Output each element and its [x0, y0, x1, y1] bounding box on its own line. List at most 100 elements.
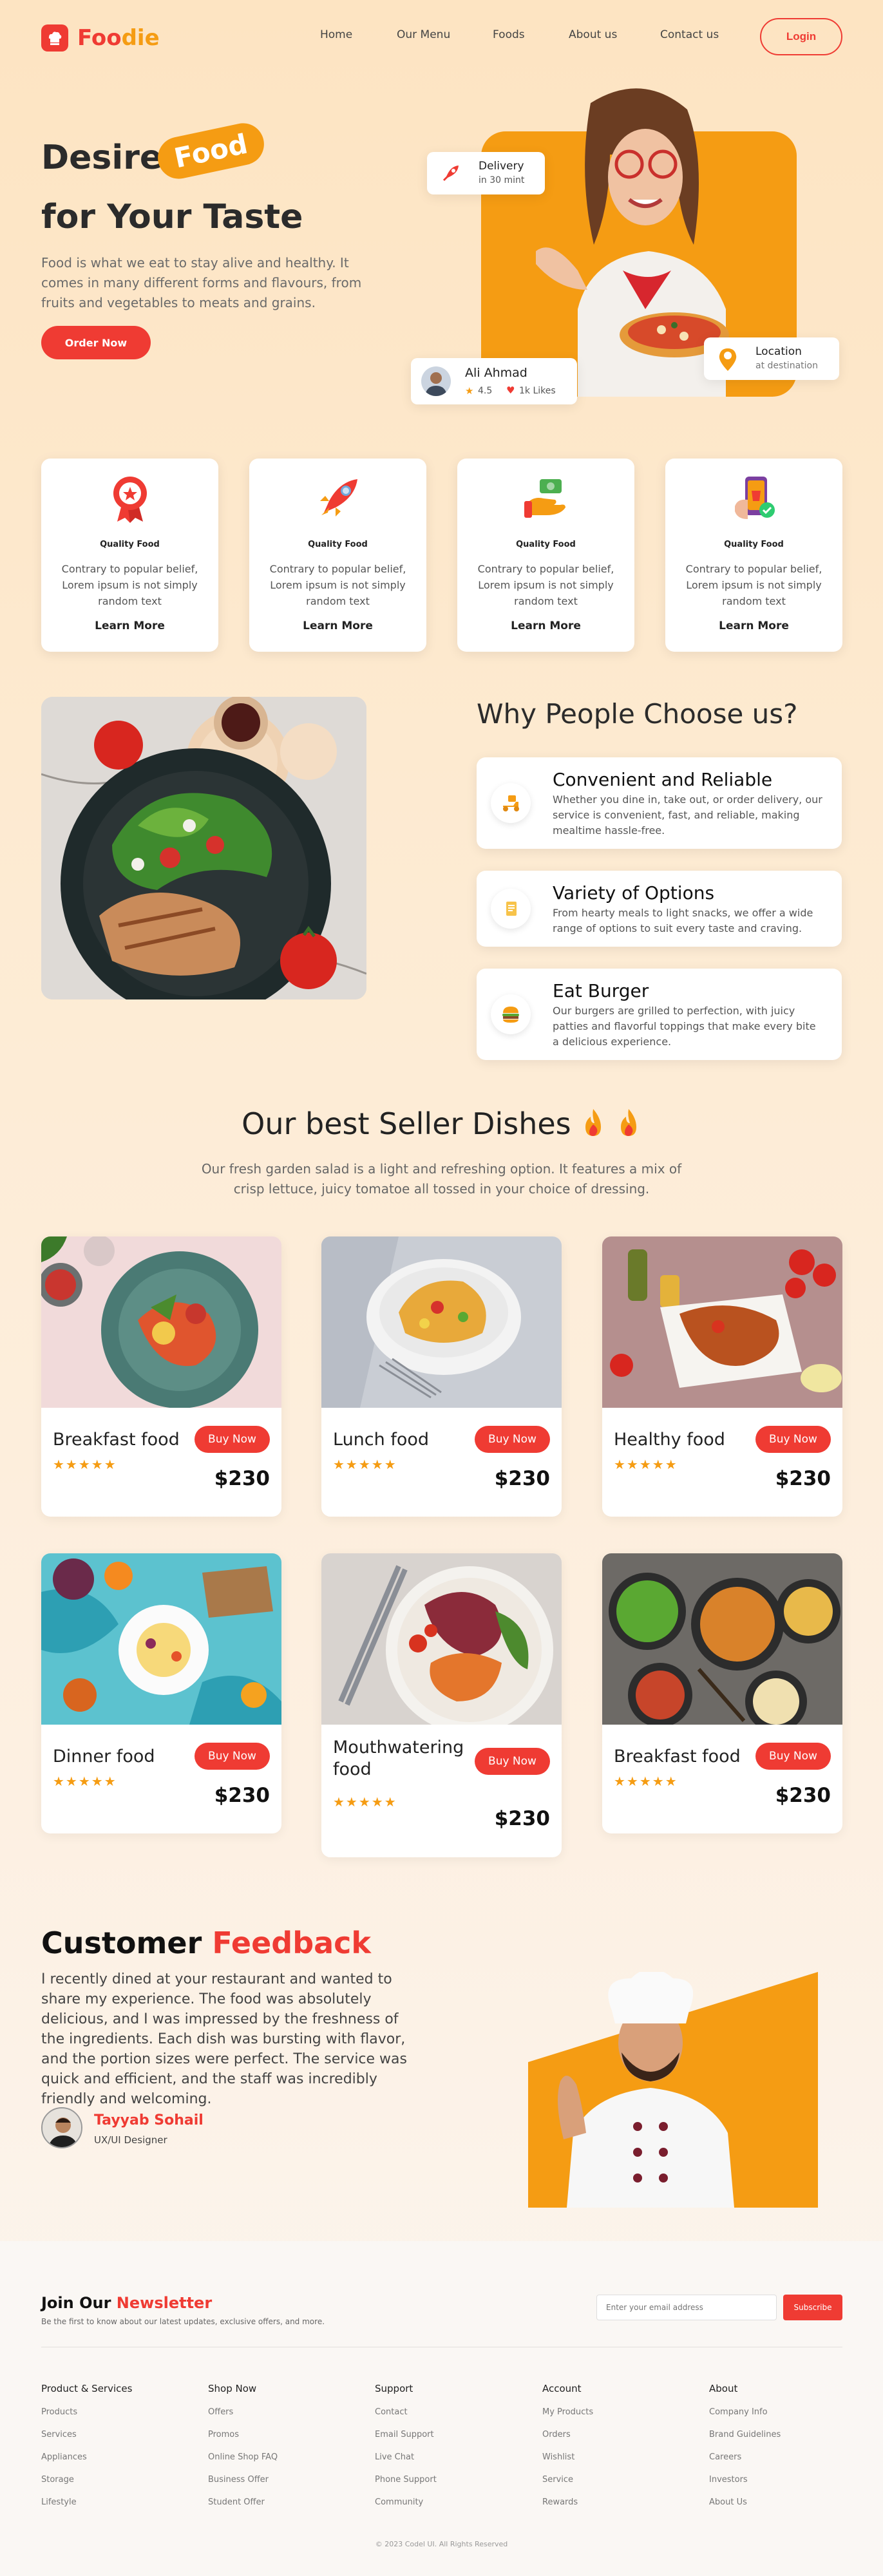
buy-now-button[interactable]: Buy Now	[475, 1426, 550, 1453]
rating-stars: ★★★★★	[53, 1457, 117, 1472]
footer-link[interactable]: Orders	[542, 2430, 593, 2439]
service-card: Quality Food Contrary to popular belief,…	[249, 459, 426, 652]
dish-card: Breakfast food Buy Now ★★★★★ $230	[41, 1236, 281, 1517]
nav-about-us[interactable]: About us	[569, 28, 617, 41]
why-item-title: Variety of Options	[553, 882, 715, 904]
service-text: Contrary to popular belief, Lorem ipsum …	[685, 563, 822, 607]
footer-link[interactable]: Service	[542, 2475, 593, 2485]
learn-more-link[interactable]: Learn More	[665, 620, 842, 632]
newsletter-title-a: Join Our	[41, 2294, 111, 2312]
footer-column: About Company Info Brand Guidelines Care…	[709, 2383, 781, 2507]
rating-stars: ★★★★★	[53, 1774, 117, 1789]
reviewer-likes: 1k Likes	[519, 386, 556, 396]
footer-column: Product & Services Products Services App…	[41, 2383, 132, 2507]
subscribe-button[interactable]: Subscribe	[783, 2295, 842, 2320]
footer-column: Shop Now Offers Promos Online Shop FAQ B…	[208, 2383, 278, 2507]
menu-list-icon	[491, 889, 531, 929]
footer-link[interactable]: Community	[375, 2497, 437, 2507]
footer-link[interactable]: Rewards	[542, 2497, 593, 2507]
footer-link[interactable]: Business Offer	[208, 2475, 278, 2485]
footer-link[interactable]: Company Info	[709, 2407, 781, 2417]
feedback-title-a: Customer	[41, 1926, 202, 1960]
location-sub: at destination	[755, 361, 818, 371]
buy-now-button[interactable]: Buy Now	[195, 1743, 270, 1770]
reviewer-avatar	[421, 366, 451, 396]
footer-column: Account My Products Orders Wishlist Serv…	[542, 2383, 593, 2507]
service-title: Quality Food	[308, 540, 368, 549]
delivery-sub: in 30 mint	[479, 175, 525, 185]
footer-column-title: Support	[375, 2383, 413, 2394]
feedback-role: UX/UI Designer	[94, 2134, 167, 2146]
dish-card: Dinner food Buy Now ★★★★★ $230	[41, 1553, 281, 1833]
service-title: Quality Food	[516, 540, 576, 549]
learn-more-link[interactable]: Learn More	[249, 620, 426, 632]
dishes-subtitle: Our fresh garden salad is a light and re…	[201, 1161, 682, 1197]
feedback-title: Customer Feedback	[41, 1926, 371, 1960]
heart-icon: ♥	[506, 384, 515, 396]
rating-stars: ★★★★★	[614, 1774, 678, 1789]
why-title: Why People Choose us?	[477, 698, 798, 730]
nav-home[interactable]: Home	[320, 28, 352, 41]
dish-image	[41, 1553, 281, 1725]
footer-link[interactable]: Live Chat	[375, 2452, 437, 2462]
rocket-icon	[312, 473, 364, 524]
buy-now-button[interactable]: Buy Now	[755, 1426, 831, 1453]
reviewer-rating: 4.5	[478, 386, 493, 396]
rating-stars: ★★★★★	[333, 1457, 397, 1472]
location-pin-icon	[716, 346, 740, 375]
nav-our-menu[interactable]: Our Menu	[397, 28, 450, 41]
footer-link[interactable]: Brand Guidelines	[709, 2430, 781, 2439]
footer-link[interactable]: Offers	[208, 2407, 278, 2417]
delivery-card: Delivery in 30 mint	[427, 152, 545, 194]
dish-card: Healthy food Buy Now ★★★★★ $230	[602, 1236, 842, 1517]
footer-link[interactable]: Appliances	[41, 2452, 132, 2462]
nav-contact-us[interactable]: Contact us	[660, 28, 719, 41]
fire-icon	[580, 1106, 606, 1146]
dish-price: $230	[214, 1784, 270, 1807]
buy-now-button[interactable]: Buy Now	[195, 1426, 270, 1453]
footer-link[interactable]: Student Offer	[208, 2497, 278, 2507]
footer-link[interactable]: My Products	[542, 2407, 593, 2417]
login-button[interactable]: Login	[760, 18, 842, 55]
service-text: Contrary to popular belief, Lorem ipsum …	[477, 563, 614, 607]
footer-link[interactable]: Careers	[709, 2452, 781, 2462]
footer-link[interactable]: Products	[41, 2407, 132, 2417]
salad-plate-image	[41, 697, 366, 999]
hero-description: Food is what we eat to stay alive and he…	[41, 255, 362, 310]
footer-link[interactable]: About Us	[709, 2497, 781, 2507]
newsletter-email-input[interactable]	[596, 2295, 777, 2320]
footer-link[interactable]: Online Shop FAQ	[208, 2452, 278, 2462]
rocket-icon	[441, 164, 460, 185]
footer-link[interactable]: Promos	[208, 2430, 278, 2439]
buy-now-button[interactable]: Buy Now	[755, 1743, 831, 1770]
nav-foods[interactable]: Foods	[493, 28, 525, 41]
dish-price: $230	[214, 1467, 270, 1490]
dish-price: $230	[494, 1467, 550, 1490]
learn-more-link[interactable]: Learn More	[457, 620, 634, 632]
footer-link[interactable]: Storage	[41, 2475, 132, 2485]
order-now-button[interactable]: Order Now	[41, 326, 151, 359]
dish-name: Mouthwatering food	[333, 1738, 464, 1779]
hero-title-1: Desire	[41, 138, 163, 177]
footer-link[interactable]: Investors	[709, 2475, 781, 2485]
burger-icon	[491, 994, 531, 1034]
footer-link[interactable]: Email Support	[375, 2430, 437, 2439]
why-item-text: Whether you dine in, take out, or order …	[553, 793, 822, 837]
delivery-scooter-icon	[491, 783, 531, 823]
footer-link[interactable]: Contact	[375, 2407, 437, 2417]
footer-link[interactable]: Lifestyle	[41, 2497, 132, 2507]
why-item-card: Eat Burger Our burgers are grilled to pe…	[477, 969, 842, 1060]
learn-more-link[interactable]: Learn More	[41, 620, 218, 632]
why-item-text: Our burgers are grilled to perfection, w…	[553, 1005, 816, 1048]
dish-image	[602, 1553, 842, 1725]
service-title: Quality Food	[724, 540, 784, 549]
footer-link[interactable]: Wishlist	[542, 2452, 593, 2462]
dish-card: Mouthwatering food Buy Now ★★★★★ $230	[321, 1553, 562, 1857]
footer-link[interactable]: Services	[41, 2430, 132, 2439]
footer-link[interactable]: Phone Support	[375, 2475, 437, 2485]
buy-now-button[interactable]: Buy Now	[475, 1748, 550, 1775]
hero-food-pill: Food	[154, 119, 268, 183]
dish-image	[321, 1553, 562, 1725]
copyright: © 2023 Codel UI. All Rights Reserved	[375, 2540, 508, 2548]
feedback-name: Tayyab Sohail	[94, 2112, 204, 2128]
